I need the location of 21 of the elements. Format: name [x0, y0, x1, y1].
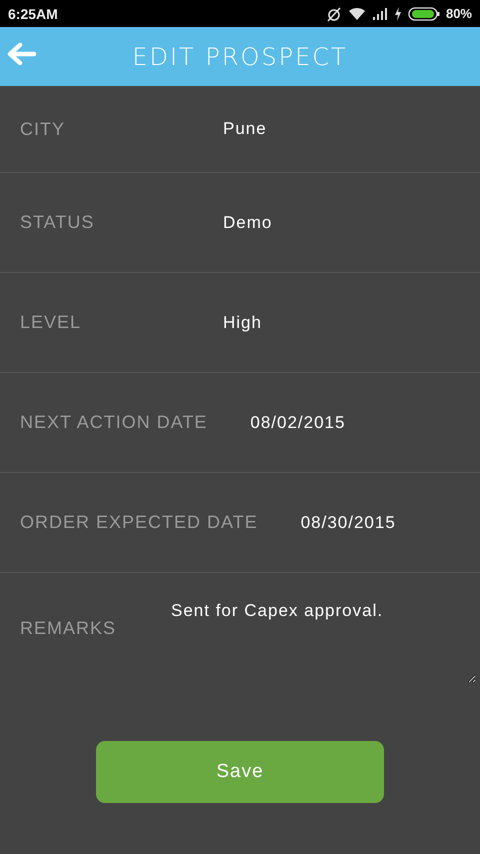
field-label: NEXT ACTION DATE [20, 412, 208, 433]
charging-icon [394, 6, 402, 20]
field-label: LEVEL [20, 312, 82, 333]
battery-percent: 80% [446, 6, 472, 21]
status-time: 6:25AM [8, 6, 58, 22]
input-field[interactable]: Demo [223, 212, 393, 232]
field-label: STATUS [20, 212, 96, 233]
wifi-icon [348, 6, 366, 20]
input-field[interactable]: High [223, 312, 393, 332]
signal-icon [372, 7, 388, 20]
back-arrow-icon [6, 42, 36, 66]
input-field[interactable]: Pune [223, 119, 393, 139]
battery-icon [408, 6, 440, 20]
field-label: REMARKS [20, 618, 116, 638]
input-field[interactable]: 08/02/2015 [250, 412, 420, 432]
field-label: CITY [20, 118, 66, 140]
screen-title: EDIT PROSPECT [132, 42, 348, 70]
alarm-off-icon [326, 6, 342, 22]
remarks-field[interactable]: Sent for Capex approval. [171, 573, 476, 683]
field-label: ORDER EXPECTED DATE [20, 512, 258, 533]
input-field[interactable]: 08/30/2015 [300, 512, 471, 532]
